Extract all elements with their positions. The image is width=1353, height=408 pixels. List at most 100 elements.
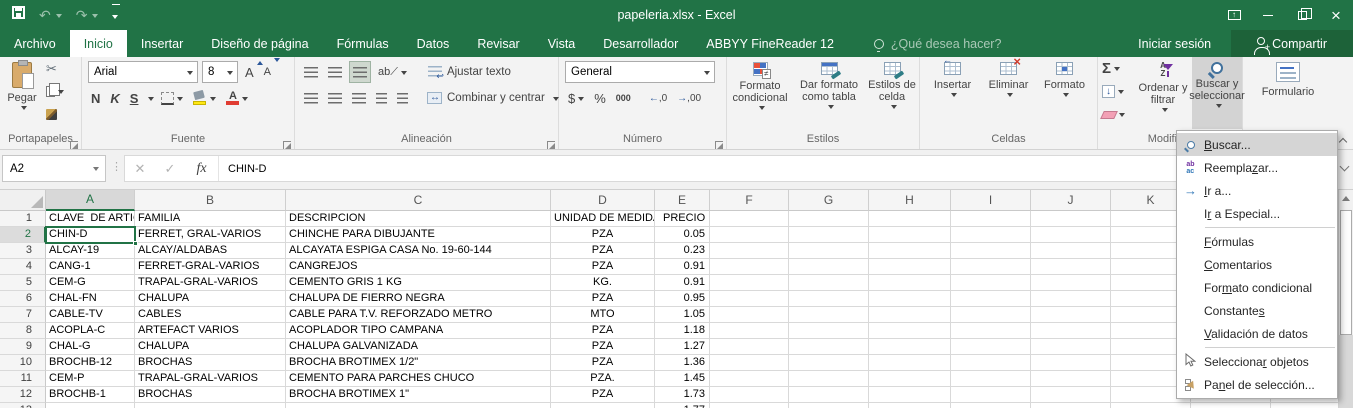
font-color-button[interactable]: A [223, 87, 251, 109]
cell-H4[interactable] [869, 259, 951, 275]
cell-D10[interactable]: PZA [551, 355, 655, 371]
cell-F1[interactable] [710, 211, 789, 227]
cell-A8[interactable]: ACOPLA-C [46, 323, 135, 339]
collapse-ribbon-button[interactable] [1339, 137, 1347, 145]
cell-H3[interactable] [869, 243, 951, 259]
bold-button[interactable]: N [88, 87, 103, 109]
name-box[interactable]: A2 [2, 155, 106, 182]
cell-D8[interactable]: PZA [551, 323, 655, 339]
currency-button[interactable]: $ [565, 87, 587, 109]
cell-J6[interactable] [1031, 291, 1111, 307]
cell-E13[interactable]: 1.77 [655, 403, 710, 408]
cell-A5[interactable]: CEM-G [46, 275, 135, 291]
cell-F5[interactable] [710, 275, 789, 291]
column-header-a[interactable]: A [46, 190, 135, 211]
column-header-b[interactable]: B [135, 190, 286, 211]
cell-E10[interactable]: 1.36 [655, 355, 710, 371]
cell-F6[interactable] [710, 291, 789, 307]
tab-vista[interactable]: Vista [534, 30, 590, 57]
cell-J2[interactable] [1031, 227, 1111, 243]
cell-H8[interactable] [869, 323, 951, 339]
menu-item-ir-a[interactable]: →Ir a... [1177, 179, 1337, 202]
cell-A7[interactable]: CABLE-TV [46, 307, 135, 323]
cell-F2[interactable] [710, 227, 789, 243]
cell-E4[interactable]: 0.91 [655, 259, 710, 275]
cell-C5[interactable]: CEMENTO GRIS 1 KG [286, 275, 551, 291]
increase-font-button[interactable]: A [242, 61, 257, 83]
menu-item-reemplazar[interactable]: abacReemplazar... [1177, 156, 1337, 179]
menu-item-validaci-n-de-datos[interactable]: Validación de datos [1177, 322, 1337, 345]
cell-G4[interactable] [789, 259, 869, 275]
cell-E11[interactable]: 1.45 [655, 371, 710, 387]
cell-B5[interactable]: TRAPAL-GRAL-VARIOS [135, 275, 286, 291]
scroll-up-button[interactable] [1339, 190, 1353, 207]
conditional-formatting-button[interactable]: Formato condicional [727, 57, 793, 129]
insert-cells-button[interactable]: Insertar [926, 57, 980, 129]
row-header-3[interactable]: 3 [0, 243, 46, 259]
column-header-e[interactable]: E [655, 190, 710, 211]
menu-item-seleccionar-objetos[interactable]: Seleccionar objetos [1177, 350, 1337, 373]
menu-item-comentarios[interactable]: Comentarios [1177, 253, 1337, 276]
insert-function-button[interactable]: fx [185, 156, 219, 181]
cell-E6[interactable]: 0.95 [655, 291, 710, 307]
increase-indent-button[interactable] [394, 87, 411, 109]
sign-in-button[interactable]: Iniciar sesión [1118, 30, 1231, 57]
cell-F3[interactable] [710, 243, 789, 259]
tab-abbyy-finereader-12[interactable]: ABBYY FineReader 12 [692, 30, 848, 57]
cell-B2[interactable]: FERRET, GRAL-VARIOS [135, 227, 286, 243]
align-middle-button[interactable] [325, 61, 345, 83]
cell-A10[interactable]: BROCHB-12 [46, 355, 135, 371]
cell-J11[interactable] [1031, 371, 1111, 387]
clear-button[interactable] [1100, 103, 1134, 126]
cell-I13[interactable] [951, 403, 1031, 408]
cell-J3[interactable] [1031, 243, 1111, 259]
cell-C10[interactable]: BROCHA BROTIMEX 1/2" [286, 355, 551, 371]
cell-D4[interactable]: PZA [551, 259, 655, 275]
cell-B3[interactable]: ALCAY/ALDABAS [135, 243, 286, 259]
undo-button[interactable]: ↶ [39, 7, 62, 24]
cell-H1[interactable] [869, 211, 951, 227]
cell-B4[interactable]: FERRET-GRAL-VARIOS [135, 259, 286, 275]
alignment-dialog-launcher[interactable] [547, 141, 555, 149]
cell-D3[interactable]: PZA [551, 243, 655, 259]
cell-F13[interactable] [710, 403, 789, 408]
form-button[interactable]: Formulario [1251, 57, 1325, 129]
cell-F9[interactable] [710, 339, 789, 355]
cell-H6[interactable] [869, 291, 951, 307]
cell-D5[interactable]: KG. [551, 275, 655, 291]
cell-B10[interactable]: BROCHAS [135, 355, 286, 371]
cell-A6[interactable]: CHAL-FN [46, 291, 135, 307]
italic-button[interactable]: K [107, 87, 122, 109]
customize-qat-button[interactable] [112, 4, 120, 25]
scrollbar-track[interactable] [1339, 335, 1353, 408]
row-header-12[interactable]: 12 [0, 387, 46, 403]
cell-K13[interactable] [1111, 403, 1191, 408]
menu-item-f-rmulas[interactable]: Fórmulas [1177, 230, 1337, 253]
cell-I2[interactable] [951, 227, 1031, 243]
formula-input[interactable]: CHIN-D [219, 163, 267, 175]
cell-H5[interactable] [869, 275, 951, 291]
cell-I5[interactable] [951, 275, 1031, 291]
cell-F11[interactable] [710, 371, 789, 387]
cell-J4[interactable] [1031, 259, 1111, 275]
cell-G12[interactable] [789, 387, 869, 403]
column-header-c[interactable]: C [286, 190, 551, 211]
cell-G9[interactable] [789, 339, 869, 355]
font-family-combo[interactable]: Arial [88, 61, 198, 83]
cell-C2[interactable]: CHINCHE PARA DIBUJANTE [286, 227, 551, 243]
cell-E2[interactable]: 0.05 [655, 227, 710, 243]
cell-G13[interactable] [789, 403, 869, 408]
cell-J5[interactable] [1031, 275, 1111, 291]
cell-H13[interactable] [869, 403, 951, 408]
cell-E5[interactable]: 0.91 [655, 275, 710, 291]
cell-C13[interactable] [286, 403, 551, 408]
font-dialog-launcher[interactable] [283, 141, 291, 149]
cancel-entry-button[interactable]: ✕ [125, 161, 155, 177]
cell-G6[interactable] [789, 291, 869, 307]
cell-A2[interactable]: CHIN-D [46, 227, 135, 243]
cell-H12[interactable] [869, 387, 951, 403]
column-header-f[interactable]: F [710, 190, 789, 211]
cell-G5[interactable] [789, 275, 869, 291]
borders-button[interactable] [158, 87, 186, 109]
tab-archivo[interactable]: Archivo [0, 30, 70, 57]
